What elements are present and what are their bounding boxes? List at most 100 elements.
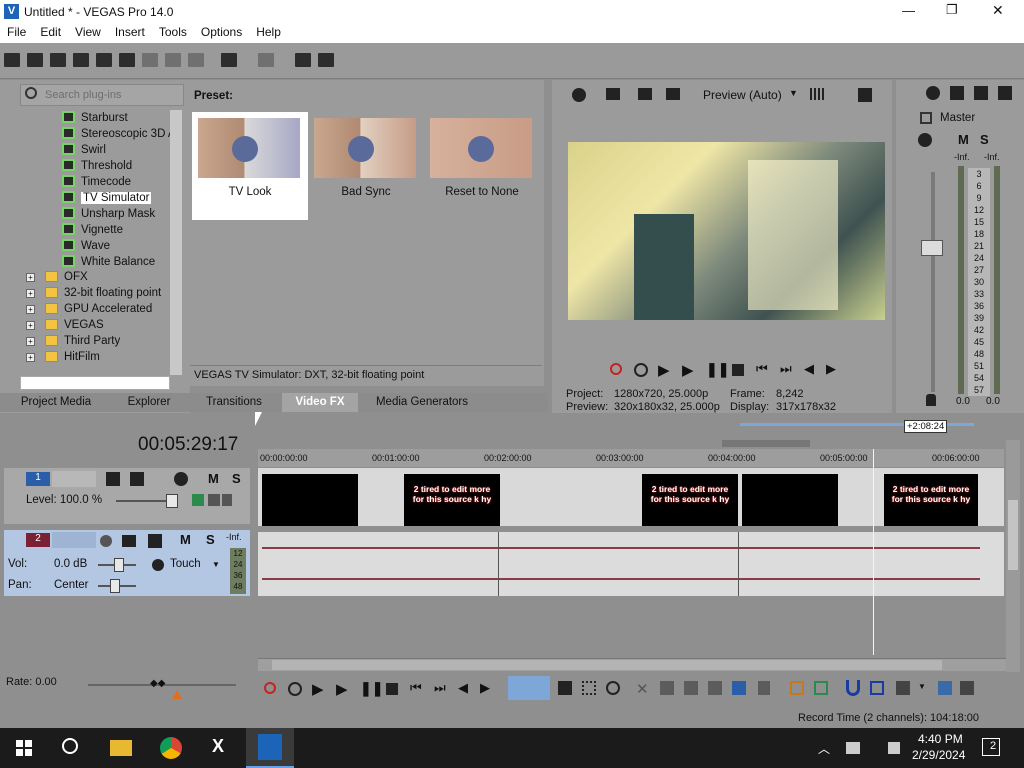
tab-video-fx[interactable]: Video FX [282,393,358,412]
track-fx-icon[interactable] [130,472,144,486]
plugin-item[interactable]: Stereoscopic 3D A [62,127,170,143]
tab-transitions[interactable]: Transitions [198,393,270,412]
chevron-down-icon[interactable]: ▼ [789,88,798,98]
previous-frame-icon[interactable]: ◀ [804,361,814,377]
go-to-start-icon[interactable]: ⏮ [410,680,422,696]
video-clip[interactable] [742,474,838,526]
save-icon[interactable] [50,53,66,67]
track-1-solo[interactable]: S [232,471,241,486]
master-settings-icon[interactable] [926,86,940,100]
external-monitor-icon[interactable] [606,88,620,100]
plugin-folder[interactable]: + OFX [26,271,88,287]
expand-icon[interactable]: + [26,273,35,282]
delete-icon[interactable]: ✕ [636,680,649,698]
video-clip[interactable]: 2 tired to edit more for this source k h… [884,474,978,526]
video-clip[interactable]: 2 tired to edit more for this source k h… [404,474,500,526]
paste-icon[interactable] [188,53,204,67]
close-button[interactable]: ✕ [992,2,1004,19]
ignore-grouping-icon[interactable] [960,681,974,695]
redo-icon[interactable] [258,53,274,67]
next-frame-icon[interactable]: ▶ [480,680,490,696]
pause-icon[interactable]: ❚❚ [360,680,383,697]
menu-view[interactable]: View [68,24,108,40]
track-1-mute[interactable]: M [208,471,219,486]
stop-icon[interactable] [386,683,398,695]
trim-start-icon[interactable] [684,681,698,695]
lock-icon[interactable] [926,394,936,406]
lock-icon[interactable] [758,681,770,695]
minimize-button[interactable]: — [902,3,915,18]
slider-thumb[interactable] [114,558,124,572]
next-frame-icon[interactable]: ▶ [826,361,836,377]
menu-tools[interactable]: Tools [152,24,194,40]
network-icon[interactable] [846,742,860,754]
ruler[interactable]: 00:00:00:00 00:01:00:00 00:02:00:00 00:0… [258,449,1004,467]
master-solo-button[interactable]: S [980,132,989,147]
plugin-item[interactable]: Wave [62,239,110,255]
chevron-down-icon[interactable]: ▼ [918,682,926,691]
plugin-search-box[interactable]: Search plug-ins [20,84,184,106]
save-as-icon[interactable] [73,53,89,67]
slider-thumb[interactable] [110,579,120,593]
horizontal-scrollbar[interactable] [258,658,1006,671]
play-from-start-icon[interactable]: ▶ [658,361,670,379]
split-icon[interactable] [732,681,746,695]
record-icon[interactable] [610,363,622,375]
scroll-thumb[interactable] [272,660,942,670]
track-1-header[interactable]: 1 M S Level: 100.0 % [4,468,250,524]
expand-icon[interactable]: + [26,337,35,346]
dim-output-icon[interactable] [974,86,988,100]
expand-icon[interactable]: + [26,305,35,314]
tab-explorer[interactable]: Explorer [118,393,180,412]
auto-crossfade-icon[interactable] [870,681,884,695]
snapping-icon[interactable] [846,680,860,696]
split-screen-icon[interactable] [638,88,652,100]
plugin-folder[interactable]: + Third Party [26,335,120,351]
plugin-folder[interactable]: +32-bit floating point [26,287,161,303]
track-1-level-slider[interactable] [116,494,178,508]
stop-icon[interactable] [732,364,744,376]
loop-playback-icon[interactable] [288,682,302,696]
menu-edit[interactable]: Edit [33,24,68,40]
record-arm-icon[interactable] [100,535,112,547]
play-from-start-icon[interactable]: ▶ [312,680,324,698]
preset-tv-look[interactable]: TV Look [192,112,308,220]
track-2-solo[interactable]: S [206,532,215,547]
chrome-icon[interactable] [160,737,182,759]
enable-snapping-icon[interactable] [295,53,311,67]
pause-icon[interactable]: ❚❚ [706,361,729,378]
insert-region-icon[interactable] [814,681,828,695]
master-mute-button[interactable]: M [958,132,969,147]
plugin-item[interactable]: White Balance [62,255,155,271]
tree-vertical-scrollbar[interactable] [170,110,182,375]
tab-project-media[interactable]: Project Media [16,393,96,412]
copy-snapshot-icon[interactable] [858,88,872,102]
go-to-end-icon[interactable]: ⏭ [434,680,446,696]
menu-help[interactable]: Help [249,24,288,40]
preset-reset[interactable]: Reset to None [424,112,540,220]
plugin-item[interactable]: Timecode [62,175,131,191]
volume-icon[interactable] [888,742,900,754]
plugin-item[interactable]: Swirl [62,143,106,159]
invert-phase-icon[interactable] [122,535,136,547]
ripple-edit-icon[interactable] [896,681,910,695]
menu-insert[interactable]: Insert [108,24,152,40]
selection-tool-icon[interactable] [582,681,596,695]
menu-options[interactable]: Options [194,24,249,40]
settings-icon[interactable] [572,88,586,102]
master-fx-icon[interactable] [918,133,932,147]
properties-icon[interactable] [119,53,135,67]
downmix-icon[interactable] [950,86,964,100]
search-icon[interactable] [62,738,78,754]
insert-marker-icon[interactable] [790,681,804,695]
track-2-name-field[interactable] [52,532,96,548]
slider-thumb[interactable] [166,494,178,508]
zoom-tool-icon[interactable] [606,681,620,695]
copy-icon[interactable] [165,53,181,67]
plugin-item[interactable]: Threshold [62,159,132,175]
file-explorer-icon[interactable] [110,740,132,756]
track-motion-icon[interactable] [106,472,120,486]
trim-icon[interactable] [660,681,674,695]
plugin-item[interactable]: Unsharp Mask [62,207,155,223]
windows-start-icon[interactable] [16,740,32,756]
